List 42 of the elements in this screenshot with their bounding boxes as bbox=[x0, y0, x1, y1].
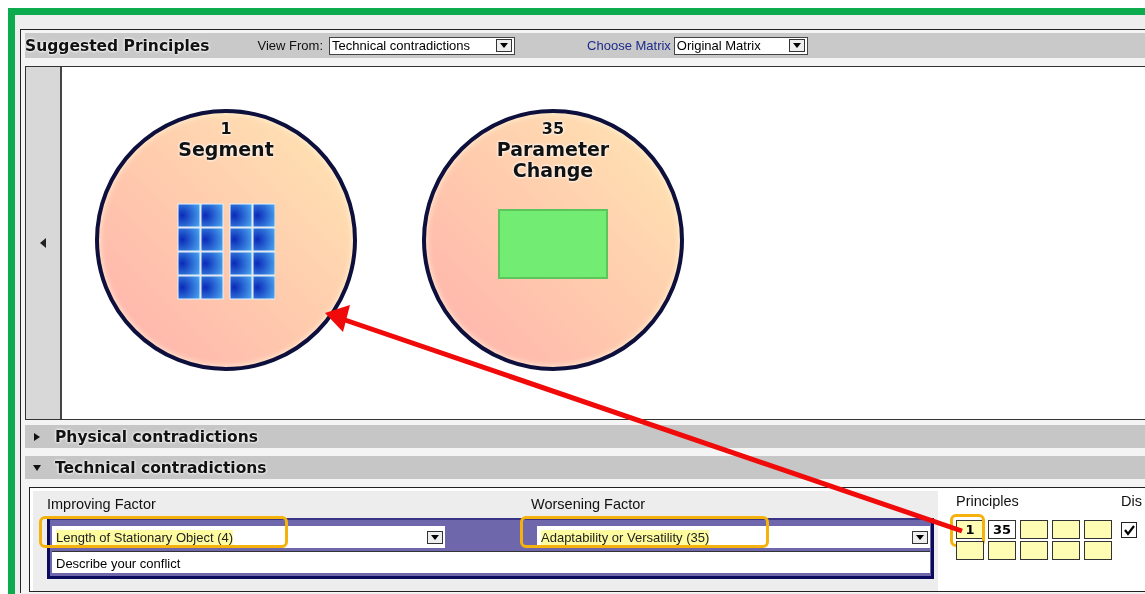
principle-cell[interactable] bbox=[956, 541, 984, 560]
dropdown-caret-icon[interactable] bbox=[496, 39, 513, 52]
expanded-triangle-icon bbox=[33, 463, 41, 472]
principle-cell[interactable] bbox=[1052, 520, 1080, 539]
section-title: Technical contradictions bbox=[55, 458, 267, 477]
segmented-grid-icon bbox=[177, 203, 275, 301]
principle-cell[interactable] bbox=[1020, 520, 1048, 539]
choose-matrix-link[interactable]: Choose Matrix bbox=[587, 38, 671, 53]
improving-factor-dropdown[interactable]: Length of Stationary Object (4) bbox=[52, 526, 445, 548]
collapsed-triangle-icon bbox=[33, 432, 41, 441]
principle-circle[interactable]: 1 Segment bbox=[95, 109, 357, 371]
checkbox[interactable] bbox=[1121, 522, 1137, 538]
dropdown-caret-icon[interactable] bbox=[427, 530, 443, 544]
section-title: Physical contradictions bbox=[55, 427, 258, 446]
principle-cell[interactable] bbox=[1052, 541, 1080, 560]
collapse-left-icon bbox=[40, 238, 46, 248]
view-from-dropdown[interactable]: Technical contradictions bbox=[329, 36, 516, 55]
section-header[interactable]: Physical contradictions bbox=[25, 425, 1145, 448]
worsening-factor-dropdown[interactable]: Adaptability or Versatility (35) bbox=[537, 526, 930, 548]
principle-circle[interactable]: 35 Parameter Change bbox=[422, 109, 684, 371]
principle-cell[interactable] bbox=[1020, 541, 1048, 560]
principle-number: 35 bbox=[541, 119, 565, 139]
dropdown-caret-icon[interactable] bbox=[788, 39, 805, 52]
column-label: Dis bbox=[1121, 493, 1142, 509]
principles-label: Principles bbox=[956, 493, 1020, 509]
rectangle-icon bbox=[498, 209, 608, 279]
principle-cell[interactable]: 35 bbox=[988, 520, 1016, 539]
principle-name: Parameter Change bbox=[495, 139, 611, 181]
collapse-bar[interactable] bbox=[26, 67, 62, 419]
panel-title: Suggested Principles bbox=[25, 36, 210, 55]
view-from-label: View From: bbox=[257, 38, 324, 53]
worsening-factor-label: Worsening Factor bbox=[531, 496, 646, 512]
principle-cell[interactable] bbox=[1084, 520, 1112, 539]
conflict-description-field[interactable]: Describe your conflict bbox=[52, 551, 930, 573]
principle-number: 1 bbox=[220, 119, 232, 139]
section-header[interactable]: Technical contradictions bbox=[25, 456, 1145, 479]
matrix-dropdown[interactable]: Original Matrix bbox=[673, 36, 808, 55]
principle-cell[interactable] bbox=[988, 541, 1016, 560]
dropdown-caret-icon[interactable] bbox=[912, 530, 928, 544]
principle-name: Segment bbox=[177, 139, 275, 160]
improving-factor-label: Improving Factor bbox=[47, 496, 157, 512]
principle-cell[interactable] bbox=[1084, 541, 1112, 560]
